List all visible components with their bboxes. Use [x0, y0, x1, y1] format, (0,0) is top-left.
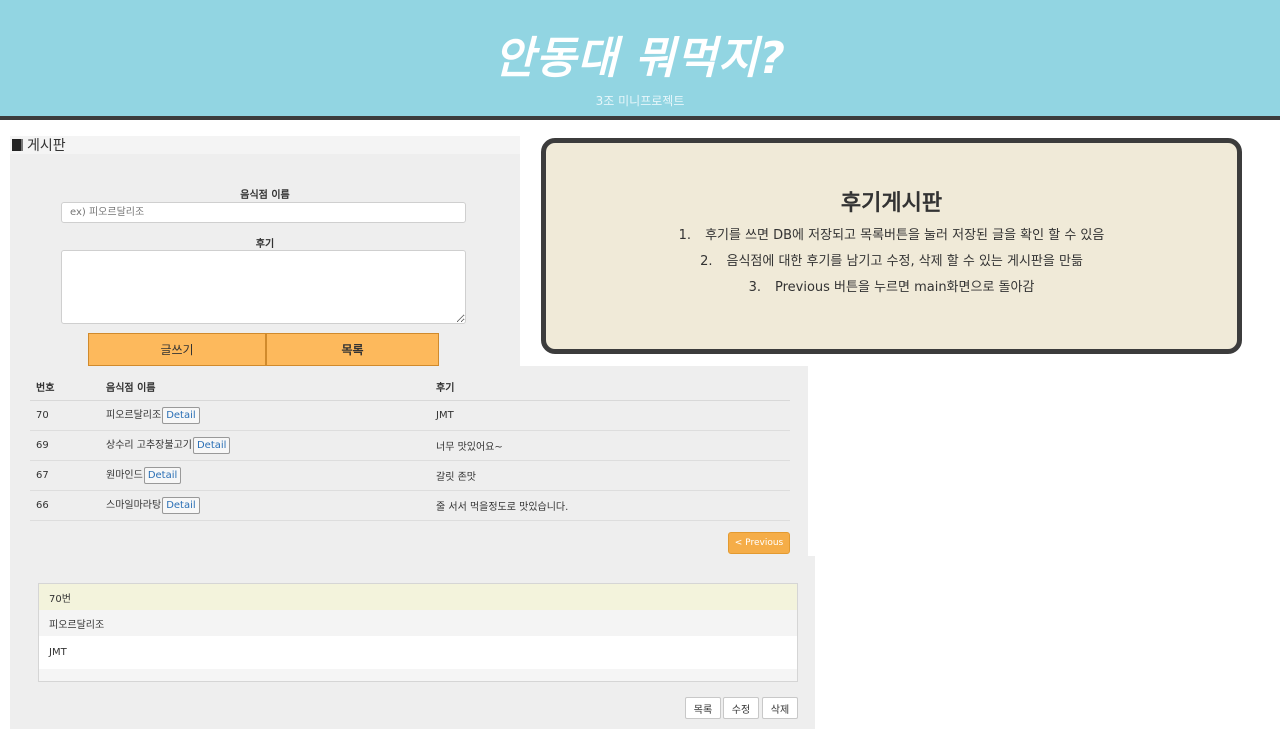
row-name: 원마인드	[106, 470, 143, 481]
row-name-cell: 피오르달리조 Detail	[100, 400, 430, 431]
review-list-panel: 번호 음식점 이름 후기 70 피오르달리조 Detail JMT 69 상수리 …	[10, 366, 808, 556]
info-item: 3. Previous 버튼을 누르면 main화면으로 돌아감	[546, 275, 1237, 301]
write-button[interactable]: 글쓰기	[88, 333, 266, 366]
info-item: 2. 음식점에 대한 후기를 남기고 수정, 삭제 할 수 있는 게시판을 만듦	[546, 249, 1237, 275]
header-banner: 안동대 뭐먹지? 3조 미니프로젝트	[0, 0, 1280, 120]
review-label: 후기	[255, 239, 275, 250]
name-label: 음식점 이름	[240, 190, 290, 201]
column-header-review: 후기	[430, 374, 790, 401]
restaurant-name-input[interactable]	[61, 202, 466, 223]
detail-number: 70번	[39, 584, 797, 610]
info-item: 1. 후기를 쓰면 DB에 저장되고 목록버튼을 눌러 저장된 글을 확인 할 수…	[546, 223, 1237, 249]
column-header-number: 번호	[30, 374, 100, 401]
info-item-number: 2.	[700, 254, 713, 269]
detail-button[interactable]: Detail	[162, 497, 200, 514]
detail-button[interactable]: Detail	[143, 467, 182, 484]
detail-card: 70번 피오르달리조 JMT	[38, 583, 798, 682]
info-item-text: 음식점에 대한 후기를 남기고 수정, 삭제 할 수 있는 게시판을 만듦	[726, 254, 1083, 269]
app-subtitle: 3조 미니프로젝트	[595, 94, 685, 108]
row-number: 70	[30, 400, 100, 431]
detail-review: JMT	[39, 636, 797, 669]
detail-delete-button[interactable]: 삭제	[762, 697, 798, 719]
list-button[interactable]: 목록	[266, 333, 439, 366]
row-name: 상수리 고추장불고기	[106, 440, 192, 451]
info-item-text: 후기를 쓰면 DB에 저장되고 목록버튼을 눌러 저장된 글을 확인 할 수 있…	[705, 228, 1105, 243]
info-item-text: Previous 버튼을 누르면 main화면으로 돌아감	[774, 280, 1035, 295]
info-item-number: 1.	[678, 228, 692, 243]
detail-edit-button[interactable]: 수정	[723, 697, 759, 719]
row-name-cell: 상수리 고추장불고기 Detail	[100, 430, 430, 461]
app-title: 안동대 뭐먹지?	[494, 33, 786, 84]
column-header-name: 음식점 이름	[100, 374, 430, 401]
row-review: 너무 맛있어요~	[430, 430, 790, 461]
detail-button[interactable]: Detail	[162, 407, 200, 424]
row-review: 갈릿 존맛	[430, 460, 790, 491]
previous-button[interactable]: < Previous	[728, 532, 790, 554]
row-name-cell: 원마인드 Detail	[100, 460, 430, 491]
review-textarea[interactable]	[61, 250, 466, 324]
row-number: 66	[30, 490, 100, 521]
row-review: 줄 서서 먹을정도로 맛있습니다.	[430, 490, 790, 521]
table-row: 67 원마인드 Detail 갈릿 존맛	[30, 460, 790, 491]
row-name: 피오르달리조	[106, 410, 162, 421]
board-label-text: 게시판	[27, 138, 66, 154]
board-label: 게시판	[10, 136, 520, 154]
info-list: 1. 후기를 쓰면 DB에 저장되고 목록버튼을 눌러 저장된 글을 확인 할 수…	[546, 223, 1237, 301]
detail-name: 피오르달리조	[39, 610, 797, 636]
table-row: 66 스마일마라탕 Detail 줄 서서 먹을정도로 맛있습니다.	[30, 490, 790, 521]
detail-button[interactable]: Detail	[192, 437, 231, 454]
row-name-cell: 스마일마라탕 Detail	[100, 490, 430, 521]
info-box: 후기게시판 1. 후기를 쓰면 DB에 저장되고 목록버튼을 눌러 저장된 글을 …	[541, 138, 1242, 354]
info-title: 후기게시판	[840, 191, 943, 216]
detail-list-button[interactable]: 목록	[685, 697, 721, 719]
info-item-number: 3.	[748, 280, 761, 295]
table-row: 70 피오르달리조 Detail JMT	[30, 400, 790, 431]
row-number: 67	[30, 460, 100, 491]
row-review: JMT	[430, 400, 790, 431]
review-table: 번호 음식점 이름 후기 70 피오르달리조 Detail JMT 69 상수리 …	[30, 374, 790, 521]
table-header-row: 번호 음식점 이름 후기	[30, 374, 790, 401]
book-icon	[12, 139, 23, 151]
table-row: 69 상수리 고추장불고기 Detail 너무 맛있어요~	[30, 430, 790, 461]
detail-panel: 70번 피오르달리조 JMT 목록 수정 삭제	[10, 556, 815, 729]
write-form: 음식점 이름 후기 글쓰기 목록	[10, 154, 520, 368]
row-number: 69	[30, 430, 100, 461]
row-name: 스마일마라탕	[106, 500, 162, 511]
